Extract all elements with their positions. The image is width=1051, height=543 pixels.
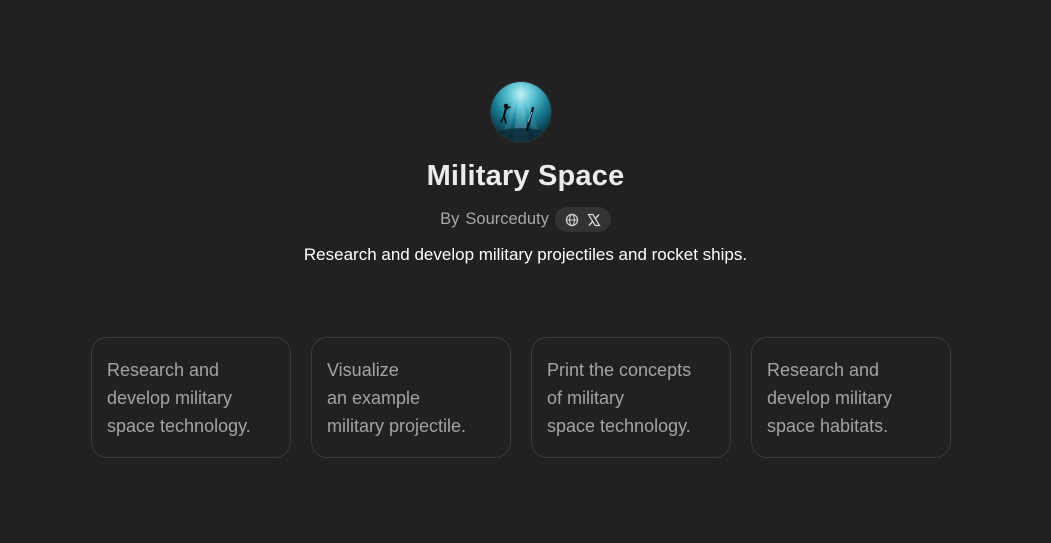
conversation-starters: Research and develop military space tech… bbox=[91, 337, 951, 458]
author-name: Sourceduty bbox=[465, 210, 549, 228]
starter-card[interactable]: Research and develop military space tech… bbox=[91, 337, 291, 458]
starter-card[interactable]: Print the concepts of military space tec… bbox=[531, 337, 731, 458]
starter-card[interactable]: Research and develop military space habi… bbox=[751, 337, 951, 458]
author-byline: By Sourceduty bbox=[0, 207, 1051, 232]
starter-text-line: Print the concepts bbox=[547, 360, 692, 380]
starter-text-line: space technology. bbox=[547, 416, 691, 436]
starter-text-line: an example bbox=[327, 388, 421, 408]
x-logo-icon[interactable] bbox=[587, 213, 601, 227]
starter-text-line: military projectile. bbox=[327, 416, 467, 436]
social-links bbox=[554, 207, 611, 232]
gpt-avatar bbox=[491, 82, 551, 142]
starter-text-line: Visualize bbox=[327, 360, 399, 380]
underwater-diver-image bbox=[491, 82, 551, 142]
starter-text-line: Research and bbox=[107, 360, 220, 380]
starter-text-line: develop military bbox=[107, 388, 233, 408]
gpt-title: Military Space bbox=[426, 160, 625, 192]
starter-text-line: space technology. bbox=[107, 416, 251, 436]
starter-card[interactable]: Visualize an example military projectile… bbox=[311, 337, 511, 458]
by-label: By bbox=[440, 210, 460, 228]
starter-text-line: space habitats. bbox=[767, 416, 889, 436]
gpt-description: Research and develop military projectile… bbox=[303, 245, 748, 264]
starter-text-line: of military bbox=[547, 388, 625, 408]
globe-icon[interactable] bbox=[565, 213, 579, 227]
starter-text-line: develop military bbox=[767, 388, 893, 408]
starter-text-line: Research and bbox=[767, 360, 880, 380]
gpt-landing: Military Space By Sourceduty Research an… bbox=[0, 0, 1051, 543]
